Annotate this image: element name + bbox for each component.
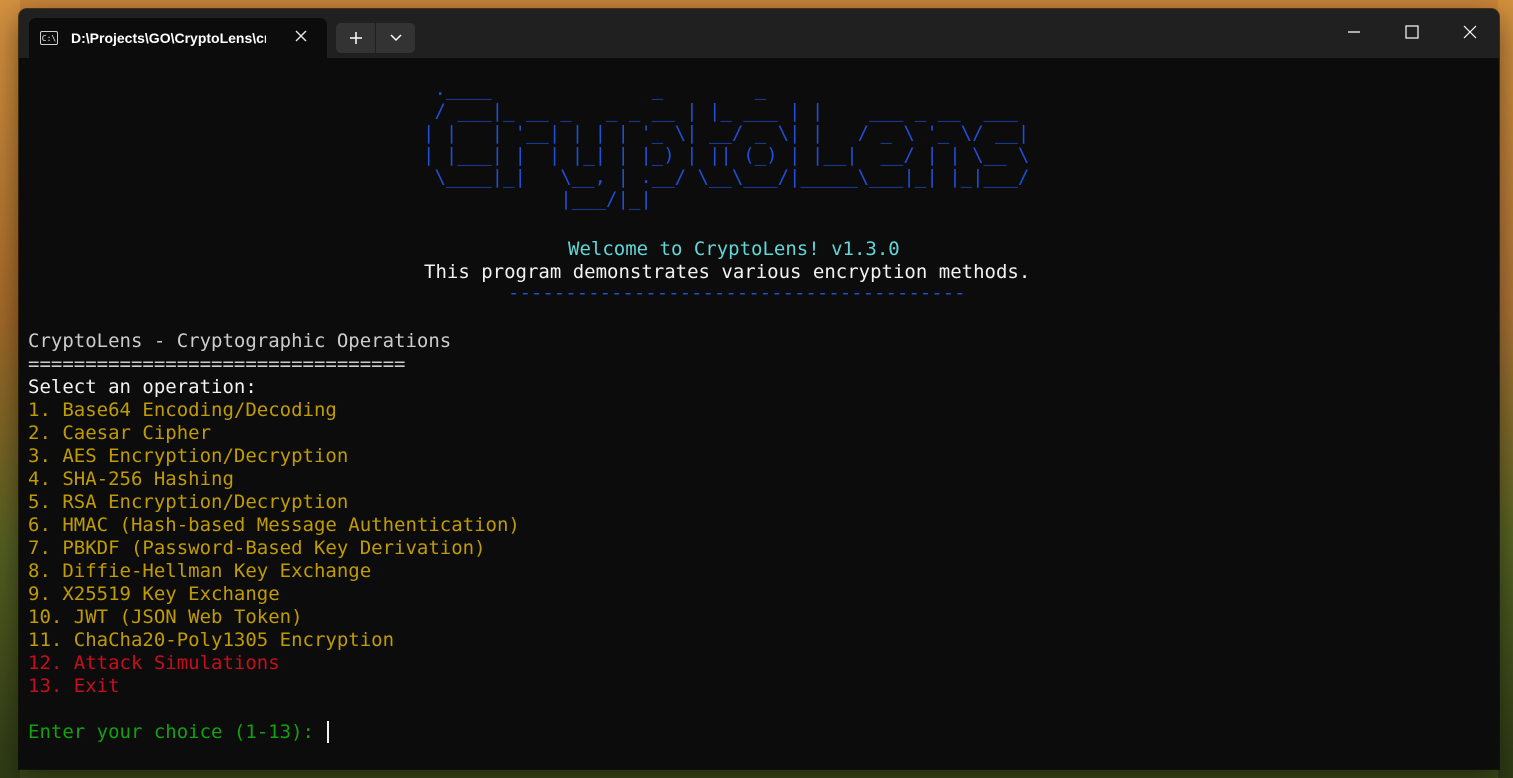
close-tab-icon[interactable] — [293, 28, 309, 44]
tab-title: D:\Projects\GO\CryptoLens\cr — [71, 30, 266, 46]
menu-item: 1. Base64 Encoding/Decoding — [28, 399, 337, 421]
select-prompt: Select an operation: — [28, 376, 257, 398]
command-prompt-icon: C:\ — [40, 31, 58, 45]
plus-icon — [349, 32, 362, 44]
menu-heading: CryptoLens - Cryptographic Operations — [28, 330, 452, 352]
ascii-banner-line: |___/|_| — [423, 188, 652, 210]
menu-item: 5. RSA Encryption/Decryption — [28, 491, 349, 513]
input-prompt-line[interactable]: Enter your choice (1-13): — [28, 721, 330, 744]
desktop-wallpaper-left — [0, 0, 20, 778]
subtitle-text: This program demonstrates various encryp… — [424, 261, 1031, 283]
menu-item: 10. JWT (JSON Web Token) — [28, 606, 303, 628]
tab-dropdown-button[interactable] — [376, 23, 415, 53]
ascii-banner-line: .____ _ _ — [423, 78, 767, 100]
minimize-button[interactable] — [1325, 9, 1383, 55]
maximize-button[interactable] — [1383, 9, 1441, 55]
menu-item: 4. SHA-256 Hashing — [28, 468, 234, 490]
input-prompt: Enter your choice (1-13): — [28, 721, 326, 743]
menu-item: 2. Caesar Cipher — [28, 422, 212, 444]
menu-item: 6. HMAC (Hash-based Message Authenticati… — [28, 514, 520, 536]
menu-item-danger: 13. Exit — [28, 675, 120, 697]
minimize-icon — [1348, 31, 1360, 33]
terminal-output[interactable]: .____ _ _ / ___|_ __ _ _ _ __ | |_ ___ |… — [19, 58, 1499, 769]
ascii-banner-line: / ___|_ __ _ _ _ __ | |_ ___ | | ___ _ _… — [423, 100, 1018, 122]
maximize-icon — [1405, 25, 1419, 39]
text-cursor — [327, 721, 330, 743]
chevron-down-icon — [389, 34, 402, 42]
menu-item: 11. ChaCha20-Poly1305 Encryption — [28, 629, 395, 651]
ascii-banner-line: | |___| | | |_| | |_) | || (_) | |__| __… — [423, 144, 1030, 166]
ascii-banner-line: | | | '__| | | | '_ \| __/ _ \| | / _ \ … — [423, 122, 1030, 144]
welcome-text: Welcome to CryptoLens! v1.3.0 — [568, 238, 900, 260]
menu-item: 8. Diffie-Hellman Key Exchange — [28, 560, 372, 582]
menu-heading-rule: ================================= — [28, 353, 406, 375]
close-window-button[interactable] — [1441, 9, 1499, 55]
menu-item: 9. X25519 Key Exchange — [28, 583, 280, 605]
terminal-window: C:\ D:\Projects\GO\CryptoLens\cr .____ _… — [19, 9, 1499, 769]
new-tab-button[interactable] — [336, 23, 376, 53]
banner-divider: ---------------------------------------- — [508, 282, 966, 304]
ascii-banner-line: \____|_| \__, | .__/ \__\___/|_____\___|… — [423, 166, 1030, 188]
menu-item: 3. AES Encryption/Decryption — [28, 445, 349, 467]
new-tab-group — [336, 23, 415, 53]
desktop-wallpaper-right — [1498, 0, 1513, 778]
close-icon — [1463, 25, 1477, 39]
menu-item: 7. PBKDF (Password-Based Key Derivation) — [28, 537, 486, 559]
terminal-tab[interactable]: C:\ D:\Projects\GO\CryptoLens\cr — [29, 18, 327, 58]
title-bar[interactable]: C:\ D:\Projects\GO\CryptoLens\cr — [19, 9, 1499, 58]
menu-item-danger: 12. Attack Simulations — [28, 652, 280, 674]
